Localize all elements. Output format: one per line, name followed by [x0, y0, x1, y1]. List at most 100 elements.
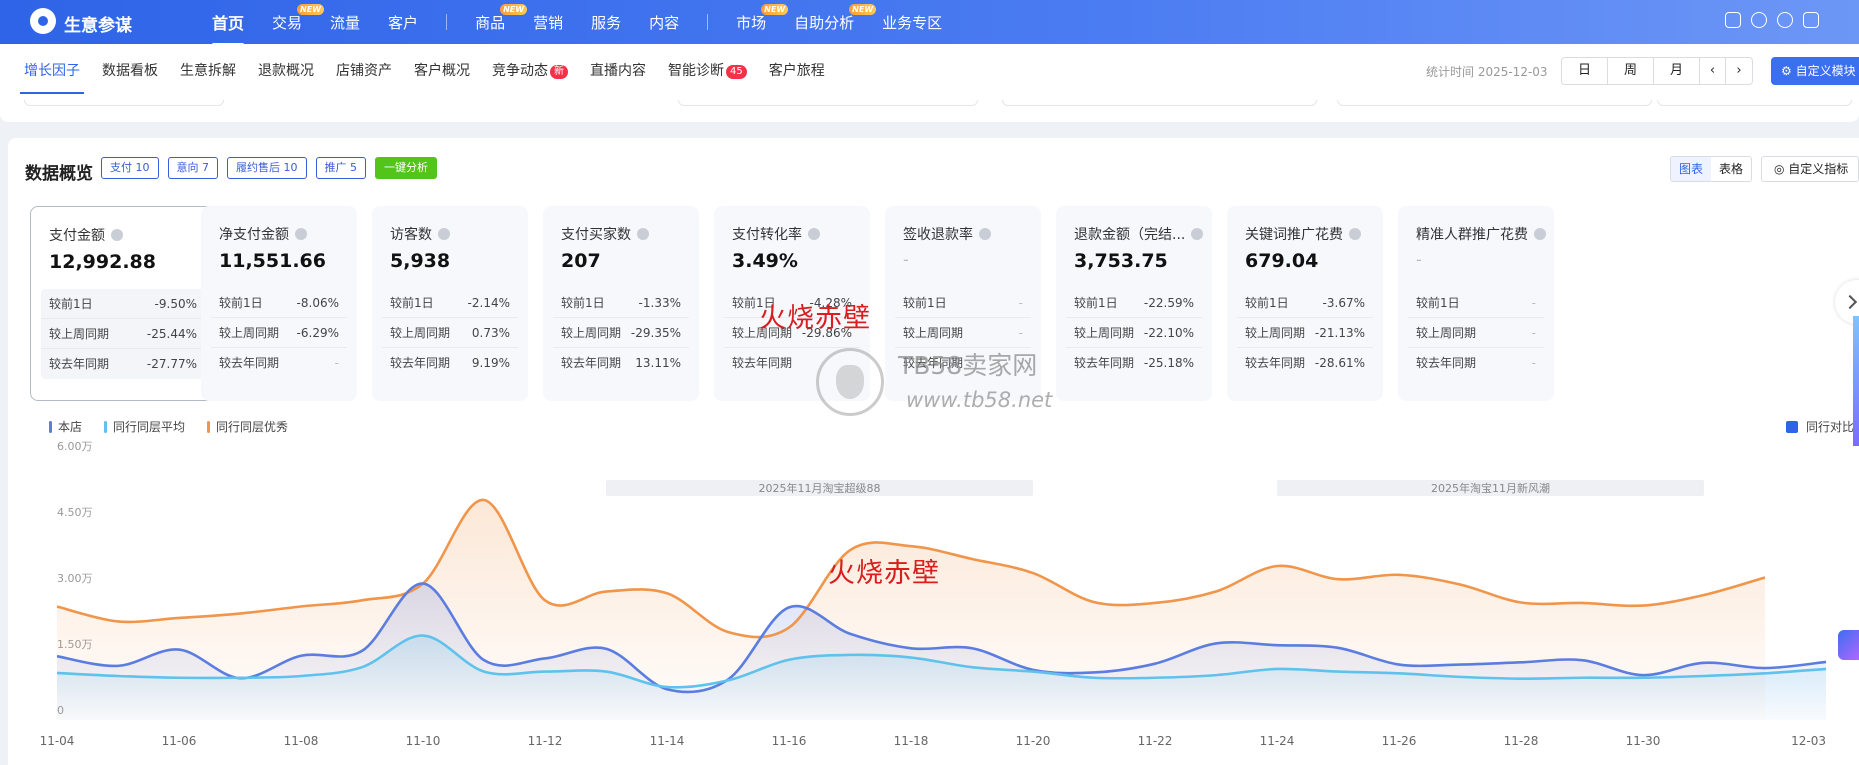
compare-checkbox[interactable]: 同行对比	[1786, 418, 1854, 435]
metric-card[interactable]: 访客数 5,938 较前1日 -2.14% 较上周同期 0.73% 较去年同期 9.19%	[372, 206, 528, 401]
metric-card[interactable]: 净支付金额 11,551.66 较前1日 -8.06% 较上周同期 -6.29% 较去年同期…	[201, 206, 357, 401]
sub-nav-label: 直播内容	[590, 63, 646, 79]
chip-fulfillment[interactable]: 履约售后 10	[227, 157, 307, 179]
top-nav-item[interactable]: 市场 NEW	[736, 3, 789, 33]
sub-nav-tab[interactable]: 数据看板	[102, 60, 158, 80]
table-view-button[interactable]: 表格	[1711, 157, 1751, 181]
message-icon[interactable]	[1725, 12, 1741, 28]
metric-card[interactable]: 精准人群推广花费 - 较前1日 - 较上周同期 - 较去年同期 -	[1398, 206, 1554, 401]
metric-name-text: 净支付金额	[219, 227, 289, 243]
top-nav-item[interactable]: 服务	[591, 12, 621, 33]
sub-nav-tab[interactable]: 退款概况	[258, 60, 314, 80]
top-nav-item[interactable]: 营销	[533, 12, 563, 33]
next-period-button[interactable]: ›	[1726, 58, 1752, 84]
top-nav-item[interactable]: 商品 NEW	[475, 3, 528, 33]
compare-label: 较上周同期	[1416, 326, 1477, 340]
top-nav-label: 营销	[533, 13, 564, 32]
sub-nav-tab[interactable]: 客户旅程	[769, 60, 825, 80]
help-question-icon[interactable]	[979, 228, 991, 240]
metric-card[interactable]: 退款金额（完结... 3,753.75 较前1日 -22.59% 较上周同期 -22.10…	[1056, 206, 1212, 401]
sub-nav-tab[interactable]: 直播内容	[590, 60, 646, 80]
prev-period-button[interactable]: ‹	[1700, 58, 1726, 84]
metric-card[interactable]: 支付买家数 207 较前1日 -1.33% 较上周同期 -29.35% 较去年同期 13.11…	[543, 206, 699, 401]
compare-label: 同行对比	[1806, 420, 1855, 434]
custom-module-label: 自定义模块	[1795, 64, 1856, 78]
help-question-icon[interactable]	[438, 228, 450, 240]
top-nav-item[interactable]: 业务专区	[882, 12, 942, 33]
compare-value: -	[1531, 296, 1536, 310]
sub-nav-label: 退款概况	[258, 63, 314, 79]
compare-label: 较上周同期	[390, 326, 451, 340]
one-click-analysis-button[interactable]: 一键分析	[375, 157, 437, 179]
compare-label: 较上周同期	[903, 326, 964, 340]
side-floating-bar[interactable]	[1853, 316, 1859, 446]
sub-nav-tab[interactable]: 增长因子	[20, 60, 84, 94]
period-month-button[interactable]: 月	[1654, 58, 1700, 84]
compare-row: 较前1日 -1.33%	[553, 288, 689, 318]
assistant-float-icon[interactable]	[1838, 630, 1859, 660]
custom-metric-button[interactable]: ◎ 自定义指标	[1761, 156, 1859, 182]
metric-name-text: 支付转化率	[732, 227, 802, 243]
compare-row: 较前1日 -	[895, 288, 1031, 318]
sub-nav-tab[interactable]: 竞争动态新	[492, 60, 568, 80]
top-nav-item[interactable]: 交易 NEW	[272, 3, 325, 33]
help-icon[interactable]	[1777, 12, 1793, 28]
compare-label: 较上周同期	[1245, 326, 1306, 340]
help-question-icon[interactable]	[637, 228, 649, 240]
compare-label: 较去年同期	[561, 356, 622, 370]
chart-view-button[interactable]: 图表	[1671, 157, 1712, 181]
sub-nav-label: 智能诊断	[668, 63, 724, 79]
sub-nav-label: 增长因子	[24, 63, 80, 79]
x-tick-label: 11-12	[528, 734, 563, 748]
top-nav-item[interactable]: 首页	[212, 10, 245, 46]
help-question-icon[interactable]	[808, 228, 820, 240]
custom-module-button[interactable]: ⚙ 自定义模块	[1771, 57, 1859, 85]
top-nav-item[interactable]: 内容	[649, 12, 679, 33]
metric-card[interactable]: 关键词推广花费 679.04 较前1日 -3.67% 较上周同期 -21.13% 较去年同期…	[1227, 206, 1383, 401]
legend-item[interactable]: 同行同层平均	[104, 418, 185, 435]
sub-nav-tab[interactable]: 客户概况	[414, 60, 470, 80]
compare-label: 较前1日	[49, 297, 93, 311]
help-question-icon[interactable]	[295, 228, 307, 240]
legend-item[interactable]: 本店	[49, 418, 82, 435]
y-tick-label: 4.50万	[57, 506, 93, 519]
chip-promotion[interactable]: 推广 5	[315, 157, 366, 179]
top-nav-item[interactable]: 自助分析 NEW	[794, 3, 877, 33]
compare-label: 较去年同期	[49, 357, 110, 371]
metric-name-text: 支付买家数	[561, 227, 631, 243]
compare-value: -	[334, 356, 339, 370]
chip-intent[interactable]: 意向 7	[167, 157, 218, 179]
trend-chart: 01.50万3.00万4.50万6.00万2025年11月淘宝超级882025年…	[40, 440, 1827, 748]
x-tick-label: 11-14	[650, 734, 685, 748]
metric-value: 679.04	[1245, 250, 1319, 272]
help-question-icon[interactable]	[1349, 228, 1361, 240]
compare-row: 较上周同期 0.73%	[382, 318, 518, 348]
top-nav-label: 交易	[272, 13, 303, 32]
custom-metric-label: 自定义指标	[1788, 162, 1849, 176]
sub-nav-tab[interactable]: 智能诊断 45	[668, 60, 747, 80]
compare-label: 较去年同期	[732, 356, 793, 370]
help-question-icon[interactable]	[1191, 228, 1204, 240]
sub-nav-tab[interactable]: 店铺资产	[336, 60, 392, 80]
top-nav-item[interactable]: 流量	[330, 12, 360, 33]
compare-label: 较去年同期	[1074, 356, 1135, 370]
period-day-button[interactable]: 日	[1562, 58, 1608, 84]
top-right-icons	[1725, 12, 1819, 28]
chip-payment[interactable]: 支付 10	[101, 157, 159, 179]
exit-icon[interactable]	[1803, 12, 1819, 28]
period-week-button[interactable]: 周	[1608, 58, 1654, 84]
sub-nav-label: 竞争动态	[492, 63, 548, 79]
help-question-icon[interactable]	[111, 229, 123, 241]
top-nav-item[interactable]: 客户	[388, 12, 418, 33]
top-nav-label: 流量	[330, 13, 361, 32]
sub-nav-tab[interactable]: 生意拆解	[180, 60, 236, 80]
compare-row: 较去年同期 13.11%	[553, 348, 689, 378]
nav-divider	[707, 14, 709, 30]
user-icon[interactable]	[1751, 12, 1767, 28]
legend-item[interactable]: 同行同层优秀	[207, 418, 288, 435]
help-question-icon[interactable]	[1534, 228, 1546, 240]
metric-value: 207	[561, 250, 601, 272]
watermark-site: TB58卖家网	[898, 351, 1038, 380]
metric-card[interactable]: 支付金额 12,992.88 较前1日 -9.50% 较上周同期 -25.44% 较去年同期…	[30, 206, 216, 401]
top-nav-label: 自助分析	[794, 13, 855, 32]
